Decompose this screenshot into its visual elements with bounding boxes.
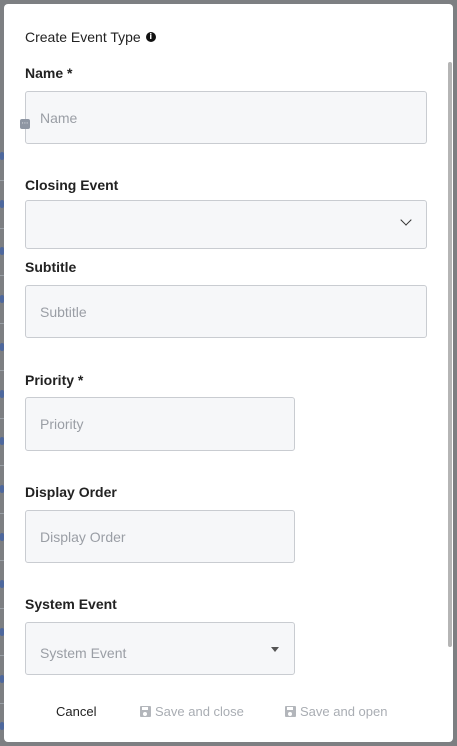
save-and-open-button[interactable]: Save and open bbox=[285, 704, 387, 719]
priority-field[interactable] bbox=[25, 397, 295, 451]
scrollbar-thumb[interactable] bbox=[448, 62, 452, 647]
save-and-close-button[interactable]: Save and close bbox=[140, 704, 244, 719]
cancel-button-label: Cancel bbox=[56, 704, 97, 719]
name-label: Name * bbox=[25, 65, 73, 81]
display-order-label: Display Order bbox=[25, 484, 117, 500]
closing-event-label: Closing Event bbox=[25, 177, 119, 193]
dialog-scrollbar[interactable] bbox=[445, 4, 453, 742]
subtitle-label: Subtitle bbox=[25, 259, 77, 275]
system-event-label: System Event bbox=[25, 596, 117, 612]
subtitle-input[interactable] bbox=[26, 286, 426, 337]
caret-down-icon[interactable] bbox=[271, 647, 279, 652]
system-event-select[interactable]: System Event bbox=[25, 622, 295, 675]
dialog-footer: Cancel Save and close Save and open bbox=[4, 704, 453, 720]
priority-label: Priority * bbox=[25, 372, 84, 388]
priority-input[interactable] bbox=[26, 398, 294, 450]
display-order-field[interactable] bbox=[25, 510, 295, 563]
save-icon bbox=[140, 706, 151, 717]
dialog-title: Create Event Type bbox=[25, 29, 141, 45]
info-icon[interactable]: i bbox=[145, 32, 156, 42]
create-event-type-dialog: Create Event Type i Name * ⋯ Closing Eve… bbox=[4, 4, 453, 742]
save-and-close-label: Save and close bbox=[155, 704, 244, 719]
display-order-input[interactable] bbox=[26, 511, 294, 562]
system-event-placeholder: System Event bbox=[40, 645, 127, 661]
name-field[interactable] bbox=[25, 91, 427, 144]
save-icon bbox=[285, 706, 296, 717]
subtitle-field[interactable] bbox=[25, 285, 427, 338]
save-and-open-label: Save and open bbox=[300, 704, 388, 719]
closing-event-select[interactable] bbox=[25, 200, 427, 249]
name-input[interactable] bbox=[26, 92, 426, 143]
chevron-down-icon[interactable] bbox=[400, 214, 412, 226]
dialog-header: Create Event Type i bbox=[25, 29, 156, 45]
cancel-button[interactable]: Cancel bbox=[56, 704, 96, 719]
drag-handle-icon[interactable]: ⋯ bbox=[20, 119, 30, 129]
